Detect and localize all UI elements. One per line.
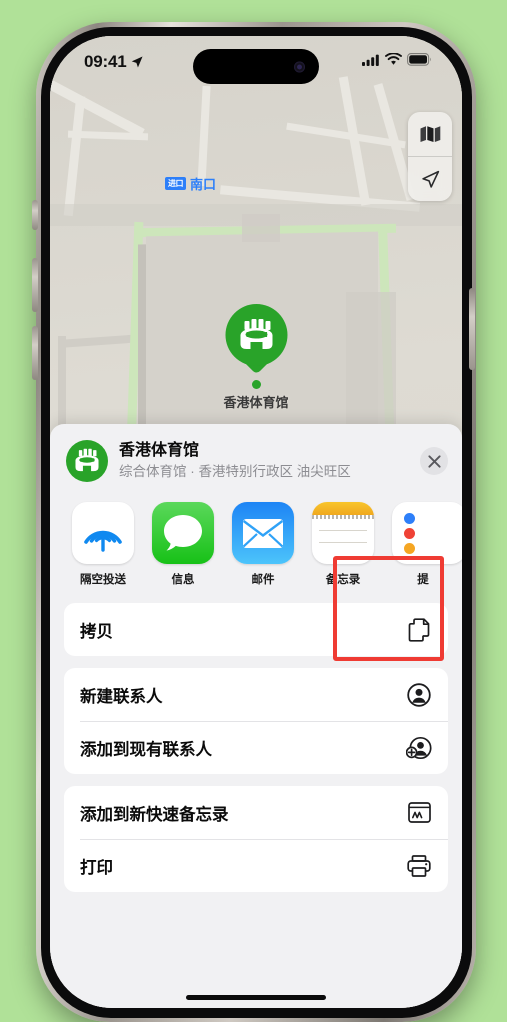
chat-bubble-glyph [164, 515, 202, 551]
silent-switch[interactable] [32, 200, 38, 230]
map-layers-button[interactable] [408, 112, 452, 156]
status-bar-time: 09:41 [84, 52, 127, 71]
dynamic-island [193, 49, 319, 84]
share-sheet-header: 香港体育馆 综合体育馆 · 香港特别行政区 油尖旺区 [50, 424, 462, 492]
mail-icon [232, 502, 294, 564]
share-app-label: 信息 [171, 574, 195, 586]
stadium-icon [75, 448, 99, 472]
place-info: 香港体育馆 综合体育馆 · 香港特别行政区 油尖旺区 [119, 441, 409, 481]
share-app-label: 备忘录 [325, 574, 361, 586]
signal-bars-icon [362, 54, 379, 66]
action-row-print[interactable]: 打印 [64, 839, 448, 892]
printer-glyph [407, 854, 431, 877]
location-arrow-icon [421, 170, 439, 188]
status-bar: 09:41 [50, 36, 462, 92]
copy-glyph [408, 617, 430, 642]
screenshot-root: 进口 南口 香港体育馆 09:41 香港体育馆 综合体育馆 · 香港特别行政区 … [0, 0, 507, 1022]
person-add-icon [406, 735, 432, 761]
action-label: 新建联系人 [80, 687, 163, 706]
status-bar-time-group: 09:41 [84, 52, 144, 72]
action-label: 添加到新快速备忘录 [80, 805, 229, 824]
notes-icon [312, 502, 374, 564]
place-title: 香港体育馆 [119, 442, 200, 460]
action-group: 拷贝 [64, 603, 448, 656]
home-indicator[interactable] [186, 995, 326, 1000]
share-app-airdrop[interactable]: 隔空投送 [72, 502, 134, 587]
map-icon [420, 126, 440, 142]
battery-icon [407, 53, 431, 66]
person-circle-icon [406, 682, 432, 708]
airdrop-icon [72, 502, 134, 564]
copy-icon [406, 617, 432, 643]
action-label: 添加到现有联系人 [80, 740, 212, 759]
share-app-row[interactable]: 隔空投送 信息 邮件 备忘录 提 [50, 492, 462, 593]
share-app-messages[interactable]: 信息 [152, 502, 214, 587]
power-button[interactable] [469, 288, 475, 370]
person-add-glyph [406, 736, 432, 759]
map-entrance-label: 进口 南口 [165, 174, 216, 193]
locate-me-button[interactable] [408, 156, 452, 201]
action-group: 新建联系人 添加到现有联系人 [64, 668, 448, 774]
map-building-annex [242, 214, 280, 242]
front-camera [294, 61, 305, 72]
entrance-badge: 进口 [165, 177, 186, 190]
notes-perforation [312, 515, 374, 519]
notes-line [319, 541, 367, 543]
action-label: 打印 [80, 858, 113, 877]
volume-up-button[interactable] [32, 258, 38, 312]
close-icon [427, 454, 441, 468]
entrance-text: 南口 [190, 177, 217, 192]
volume-down-button[interactable] [32, 326, 38, 380]
envelope-glyph [242, 518, 284, 548]
share-app-mail[interactable]: 邮件 [232, 502, 294, 587]
status-bar-indicators [362, 53, 432, 66]
action-row-quick-note[interactable]: 添加到新快速备忘录 [64, 786, 448, 839]
notes-header-band [312, 502, 374, 515]
pin-anchor-dot [251, 380, 261, 389]
notes-line [319, 530, 367, 531]
share-app-reminders[interactable]: 提 [392, 502, 462, 587]
place-avatar [66, 440, 108, 482]
share-app-label: 隔空投送 [80, 574, 126, 586]
stadium-icon [239, 319, 272, 349]
action-row-new-contact[interactable]: 新建联系人 [64, 668, 448, 721]
share-app-notes[interactable]: 备忘录 [312, 502, 374, 587]
person-circle-glyph [407, 682, 431, 707]
map-poi-label: 香港体育馆 [223, 395, 289, 410]
messages-icon [152, 502, 214, 564]
reminder-dot-red [404, 527, 415, 539]
share-action-list: 拷贝 新建联系人 添加到现有联系人 添加到新快速备忘录 打印 [50, 593, 462, 892]
action-row-copy[interactable]: 拷贝 [64, 603, 448, 656]
printer-icon [406, 853, 432, 879]
reminder-dot-blue [404, 512, 415, 524]
map-poi-pin[interactable]: 香港体育馆 [223, 304, 289, 411]
location-arrow-icon [132, 56, 144, 68]
airdrop-glyph [84, 530, 122, 552]
share-app-label: 提 [417, 574, 429, 586]
quick-note-icon [406, 800, 432, 826]
wifi-icon [385, 53, 402, 65]
share-sheet: 香港体育馆 综合体育馆 · 香港特别行政区 油尖旺区 隔空投送 信息 邮件 备忘… [50, 424, 462, 1008]
place-subtitle: 综合体育馆 · 香港特别行政区 油尖旺区 [119, 464, 351, 480]
action-row-add-existing-contact[interactable]: 添加到现有联系人 [64, 721, 448, 774]
action-label: 拷贝 [80, 622, 113, 641]
share-app-label: 邮件 [251, 574, 275, 586]
phone-screen: 进口 南口 香港体育馆 09:41 香港体育馆 综合体育馆 · 香港特别行政区 … [50, 36, 462, 1008]
reminder-dot-orange [404, 542, 415, 554]
action-group: 添加到新快速备忘录 打印 [64, 786, 448, 892]
map-controls[interactable] [408, 112, 452, 201]
reminders-icon [392, 502, 462, 564]
close-button[interactable] [420, 447, 448, 475]
map-building-annex [346, 292, 396, 434]
quick-note-glyph [407, 802, 431, 823]
pin-shape [224, 304, 287, 378]
